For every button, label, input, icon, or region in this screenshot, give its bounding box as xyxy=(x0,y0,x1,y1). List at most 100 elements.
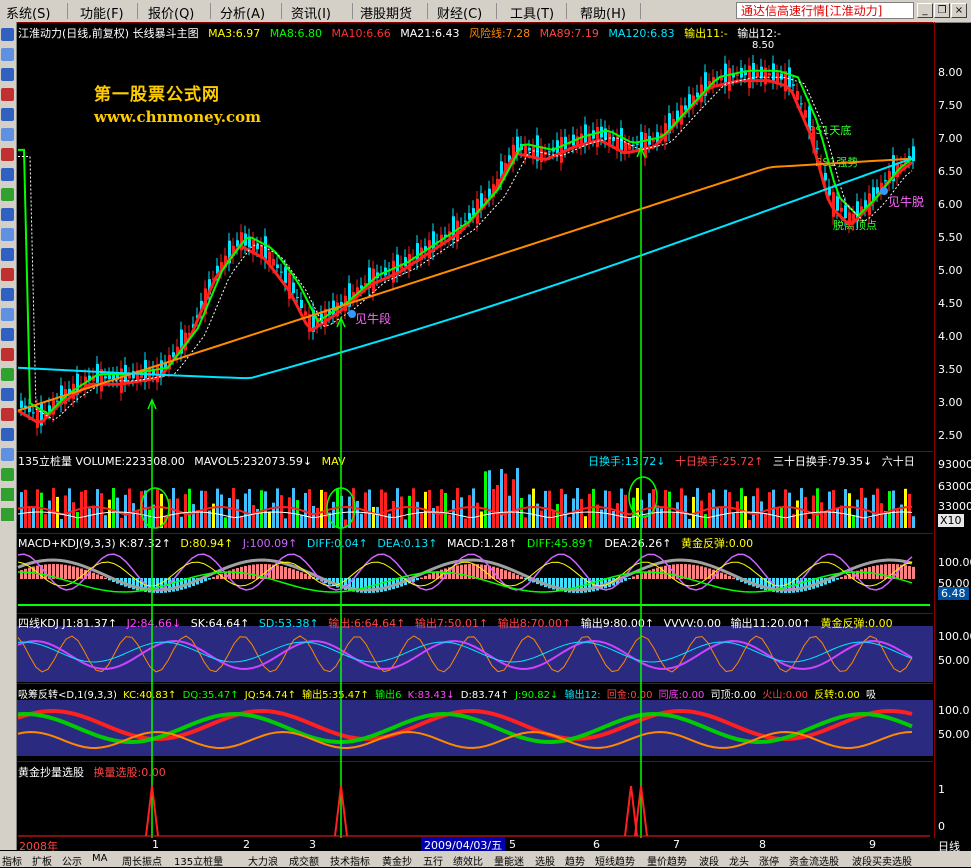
price-candle xyxy=(636,143,639,145)
volume-bar xyxy=(540,510,543,528)
price-candle xyxy=(56,400,59,402)
volume-bar xyxy=(656,505,659,528)
status-tab[interactable]: 资金流选股 xyxy=(789,853,839,868)
volume-bar xyxy=(236,499,239,528)
volume-bar xyxy=(68,488,71,528)
volume-bar xyxy=(912,516,915,528)
status-tab[interactable]: MA xyxy=(92,853,107,864)
macd-bar xyxy=(464,564,467,579)
status-tab[interactable]: 周长振点 xyxy=(122,853,162,868)
price-candle xyxy=(32,412,35,414)
macd-bar xyxy=(520,576,523,579)
macd-bar xyxy=(904,565,907,579)
macd-bar xyxy=(696,565,699,579)
volume-bar xyxy=(576,488,579,528)
macd-bar xyxy=(860,569,863,579)
status-tab[interactable]: 公示 xyxy=(62,853,82,868)
volume-bar xyxy=(408,495,411,528)
macd-bar xyxy=(208,578,211,580)
volume-bar xyxy=(440,489,443,528)
price-candle xyxy=(528,147,531,151)
volume-bar xyxy=(636,488,639,528)
volume-bar xyxy=(416,501,419,528)
macd-bar xyxy=(692,564,695,579)
volume-bar xyxy=(820,502,823,528)
macd-bar xyxy=(880,564,883,579)
volume-bar xyxy=(72,502,75,528)
status-tab[interactable]: 波段买卖选股 xyxy=(852,853,912,868)
macd-bar xyxy=(416,578,419,581)
volume-bar xyxy=(852,515,855,528)
volume-bar xyxy=(376,506,379,528)
status-tab[interactable]: 波段 xyxy=(699,853,719,868)
price-candle xyxy=(628,143,631,150)
status-tab[interactable]: 指标 xyxy=(2,853,22,868)
macd-bar xyxy=(480,564,483,579)
volume-bar xyxy=(104,515,107,528)
volume-bar xyxy=(628,517,631,528)
volume-bar xyxy=(392,500,395,528)
volume-bar xyxy=(184,494,187,528)
status-tab[interactable]: 绩效比 xyxy=(453,853,483,868)
macd-bar xyxy=(212,576,215,579)
volume-bar xyxy=(280,495,283,528)
status-tab[interactable]: 黄金抄 xyxy=(382,853,412,868)
price-candle xyxy=(780,73,783,80)
macd-bar xyxy=(632,576,635,579)
price-candle xyxy=(532,146,535,157)
price-candle xyxy=(728,68,731,91)
volume-bar xyxy=(228,498,231,528)
price-candle xyxy=(768,73,771,76)
status-tab[interactable]: 大力浪 xyxy=(248,853,278,868)
status-tab[interactable]: 技术指标 xyxy=(330,853,370,868)
month-label: 5 xyxy=(509,838,516,851)
macd-bar xyxy=(884,564,887,579)
macd-bar xyxy=(64,564,67,579)
macd-bar xyxy=(504,570,507,579)
price-candle xyxy=(844,205,847,219)
month-label: 8 xyxy=(759,838,766,851)
status-tab[interactable]: 五行 xyxy=(423,853,443,868)
macd-bar xyxy=(56,564,59,579)
status-tab[interactable]: 扩板 xyxy=(32,853,52,868)
status-tab[interactable]: 135立桩量 xyxy=(174,853,223,868)
volume-bar xyxy=(188,488,191,528)
volume-bar xyxy=(52,488,55,528)
status-tab[interactable]: 选股 xyxy=(535,853,555,868)
macd-bar xyxy=(652,568,655,579)
macd-bar xyxy=(628,578,631,580)
price-candle xyxy=(392,260,395,283)
volume-bar xyxy=(592,488,595,528)
status-tab[interactable]: 龙头 xyxy=(729,853,749,868)
macd-bar xyxy=(280,566,283,579)
volume-bar xyxy=(704,514,707,528)
volume-bar xyxy=(220,494,223,528)
volume-bar xyxy=(388,513,391,528)
volume-bar xyxy=(484,471,487,528)
volume-bar xyxy=(428,489,431,528)
status-tab[interactable]: 成交额 xyxy=(289,853,319,868)
status-tab[interactable]: 量能迷 xyxy=(494,853,524,868)
macd-bar xyxy=(420,577,423,579)
status-tab[interactable]: 趋势 xyxy=(565,853,585,868)
status-tab[interactable]: 涨停 xyxy=(759,853,779,868)
macd-bar xyxy=(292,569,295,579)
month-label: 3 xyxy=(309,838,316,851)
price-candle xyxy=(836,196,839,211)
price-candle xyxy=(276,264,279,269)
price-candle xyxy=(824,172,827,181)
volume-bar xyxy=(512,479,515,528)
volume-bar xyxy=(180,516,183,528)
price-candle xyxy=(788,67,791,88)
price-candle xyxy=(772,63,775,82)
volume-bar xyxy=(112,488,115,528)
macd-bar xyxy=(284,566,287,579)
price-candle xyxy=(840,207,843,212)
macd-bar xyxy=(296,570,299,579)
status-tab[interactable]: 量价趋势 xyxy=(647,853,687,868)
volume-bar xyxy=(760,501,763,528)
volume-bar xyxy=(604,490,607,528)
volume-bar xyxy=(680,488,683,528)
price-candle xyxy=(292,282,295,294)
status-tab[interactable]: 短线趋势 xyxy=(595,853,635,868)
